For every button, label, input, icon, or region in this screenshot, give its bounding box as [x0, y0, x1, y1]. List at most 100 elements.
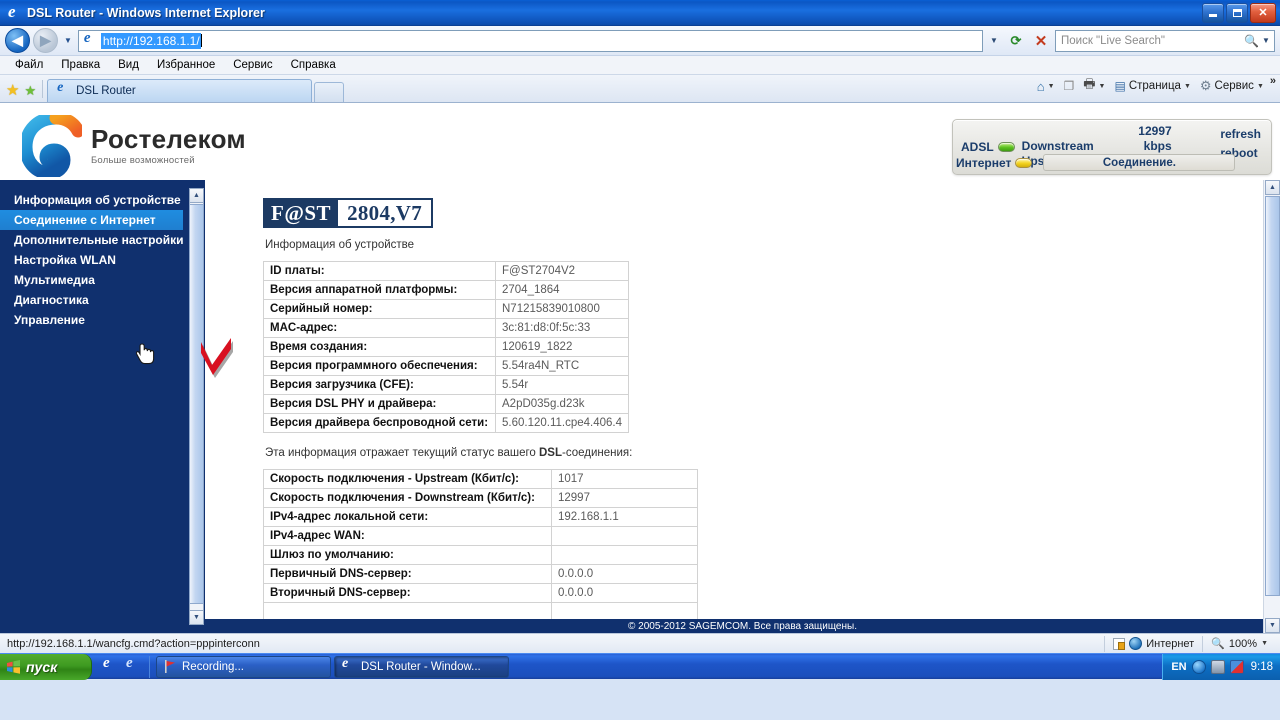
- clock[interactable]: 9:18: [1249, 661, 1273, 673]
- sidebar-item-advanced-settings[interactable]: Дополнительные настройки: [0, 230, 205, 250]
- table-row: Версия загрузчика (CFE): 5.54r: [263, 375, 630, 395]
- device-info-table: ID платы: F@ST2704V2 Версия аппаратной п…: [263, 261, 630, 433]
- task-recording[interactable]: Recording...: [156, 655, 331, 678]
- chevron-down-icon[interactable]: ▼: [1261, 640, 1268, 647]
- sidebar-item-diagnostics[interactable]: Диагностика: [0, 290, 205, 310]
- row-value: N71215839010800: [494, 299, 630, 319]
- page-icon: ▤: [1114, 79, 1126, 93]
- menu-file[interactable]: Файл: [6, 58, 52, 72]
- stop-icon[interactable]: ✕: [1030, 30, 1052, 52]
- url-bar[interactable]: http://192.168.1.1/: [77, 29, 983, 52]
- task-dsl-router[interactable]: DSL Router - Window...: [334, 655, 509, 678]
- restore-button[interactable]: [1226, 2, 1248, 23]
- gear-icon: ⚙: [1199, 78, 1212, 93]
- sidebar-item-wlan-setup[interactable]: Настройка WLAN: [0, 250, 205, 270]
- home-button[interactable]: ⌂ ▼: [1034, 78, 1058, 95]
- tab-label: DSL Router: [76, 85, 136, 97]
- tray-shield-icon[interactable]: [1191, 659, 1206, 674]
- url-history-chevron-icon[interactable]: ▼: [986, 31, 1002, 51]
- rostelecom-logo: Ростелеком Больше возможностей: [19, 111, 246, 180]
- tab-dsl-router[interactable]: DSL Router: [47, 79, 313, 102]
- sidebar-item-multimedia[interactable]: Мультимедиа: [0, 270, 205, 290]
- menu-edit[interactable]: Правка: [52, 58, 109, 72]
- system-tray: EN 9:18: [1162, 653, 1280, 680]
- row-key: ID платы:: [263, 261, 496, 281]
- dsl-note-prefix: Эта информация отражает текущий статус в…: [265, 447, 539, 459]
- product-logo: F@ST 2804,V7: [263, 198, 434, 228]
- chevron-down-icon[interactable]: ▼: [1048, 83, 1055, 90]
- feeds-button[interactable]: ❐: [1061, 78, 1078, 94]
- recent-pages-chevron-icon[interactable]: ▼: [61, 36, 75, 45]
- line-status-panel: ADSL Downstream12997 kbps Upstream1017 k…: [952, 119, 1272, 175]
- menu-favorites[interactable]: Избранное: [148, 58, 224, 72]
- menu-tools[interactable]: Сервис: [224, 58, 281, 72]
- favorites-star-icon[interactable]: ★: [6, 83, 19, 98]
- sidebar-item-device-info[interactable]: Информация об устройстве: [0, 190, 205, 210]
- search-icon[interactable]: 🔍: [1243, 34, 1260, 48]
- back-button[interactable]: ◀: [5, 28, 30, 53]
- chevron-down-icon[interactable]: ▼: [1099, 83, 1106, 90]
- search-box[interactable]: Поиск "Live Search" 🔍 ▼: [1055, 29, 1275, 52]
- table-row: IPv4-адрес локальной сети: 192.168.1.1: [263, 507, 698, 527]
- row-value: 192.168.1.1: [551, 507, 698, 527]
- start-button[interactable]: пуск: [0, 653, 92, 680]
- text-caret: [200, 34, 202, 47]
- window-controls: ✕: [1202, 2, 1278, 23]
- sidebar-scroll-down-icon[interactable]: ▼: [189, 610, 204, 625]
- page-scroll-thumb[interactable]: [1265, 196, 1280, 596]
- table-row: MAC-адрес: 3c:81:d8:0f:5c:33: [263, 318, 630, 338]
- url-text[interactable]: http://192.168.1.1/: [100, 32, 201, 49]
- page-scroll-down-icon[interactable]: ▼: [1265, 618, 1280, 633]
- rostelecom-ear-logo-icon: [19, 111, 85, 180]
- search-input[interactable]: Поиск "Live Search": [1058, 35, 1243, 47]
- print-button[interactable]: 🖶 ▼: [1080, 74, 1108, 98]
- security-zone[interactable]: Интернет: [1104, 635, 1202, 652]
- search-provider-chevron-icon[interactable]: ▼: [1260, 36, 1272, 45]
- sidebar-scroll-thumb[interactable]: [189, 204, 204, 604]
- row-key: MAC-адрес:: [263, 318, 496, 338]
- tab-favicon-icon: [56, 80, 71, 98]
- language-indicator[interactable]: EN: [1171, 661, 1186, 673]
- row-key: Серийный номер:: [263, 299, 496, 319]
- add-favorite-icon[interactable]: ★: [24, 84, 36, 97]
- quick-launch-ie-alt-icon[interactable]: [125, 655, 141, 674]
- new-tab-button[interactable]: [314, 82, 345, 102]
- chevron-down-icon[interactable]: ▼: [1257, 83, 1264, 90]
- windows-taskbar: пуск Recording... DSL Router - Window...…: [0, 653, 1280, 680]
- page-scrollbar[interactable]: ▲ ▼: [1263, 180, 1280, 633]
- menu-help[interactable]: Справка: [282, 58, 345, 72]
- ie-logo-icon: [6, 2, 23, 22]
- sidebar-scroll-up-icon[interactable]: ▲: [189, 188, 204, 203]
- tools-menu-button[interactable]: ⚙ Сервис ▼: [1197, 77, 1267, 95]
- status-link-target: http://192.168.1.1/wancfg.cmd?action=ppp…: [7, 637, 260, 650]
- close-button[interactable]: ✕: [1250, 2, 1276, 23]
- downstream-value: 12997 kbps: [1138, 124, 1172, 153]
- table-row: Скорость подключения - Upstream (Кбит/с)…: [263, 469, 698, 489]
- refresh-icon[interactable]: ⟳: [1005, 30, 1027, 52]
- row-key: Версия DSL PHY и драйвера:: [263, 394, 496, 414]
- internet-status-row: Интернет Соединение.: [956, 154, 1236, 171]
- ie-icon: [342, 657, 356, 673]
- sidebar-scrollbar[interactable]: ▲ ▼: [188, 180, 205, 633]
- tray-network-icon[interactable]: [1210, 659, 1225, 674]
- sidebar-item-internet-connection[interactable]: Соединение с Интернет: [0, 210, 183, 230]
- quick-launch-ie-icon[interactable]: [102, 655, 118, 674]
- tray-update-icon[interactable]: [1229, 659, 1244, 674]
- minimize-button[interactable]: [1202, 2, 1224, 23]
- tools-menu-label: Сервис: [1214, 80, 1254, 92]
- row-key: IPv4-адрес WAN:: [263, 526, 552, 546]
- page-menu-button[interactable]: ▤ Страница ▼: [1111, 78, 1193, 94]
- menu-view[interactable]: Вид: [109, 58, 148, 72]
- sidebar-item-management[interactable]: Управление: [0, 310, 205, 330]
- table-row: Время создания: 120619_1822: [263, 337, 630, 357]
- refresh-link[interactable]: refresh: [1220, 125, 1261, 144]
- row-value: 1017: [551, 469, 698, 489]
- chevron-down-icon[interactable]: ▼: [1184, 83, 1191, 90]
- brand-tagline: Больше возможностей: [91, 155, 195, 166]
- forward-button[interactable]: ▶: [33, 28, 58, 53]
- toolbar-overflow-icon[interactable]: »: [1270, 74, 1276, 87]
- zoom-control[interactable]: 🔍 100% ▼: [1202, 635, 1276, 652]
- page-scroll-up-icon[interactable]: ▲: [1265, 180, 1280, 195]
- row-key: IPv4-адрес локальной сети:: [263, 507, 552, 527]
- globe-icon: [1129, 637, 1143, 650]
